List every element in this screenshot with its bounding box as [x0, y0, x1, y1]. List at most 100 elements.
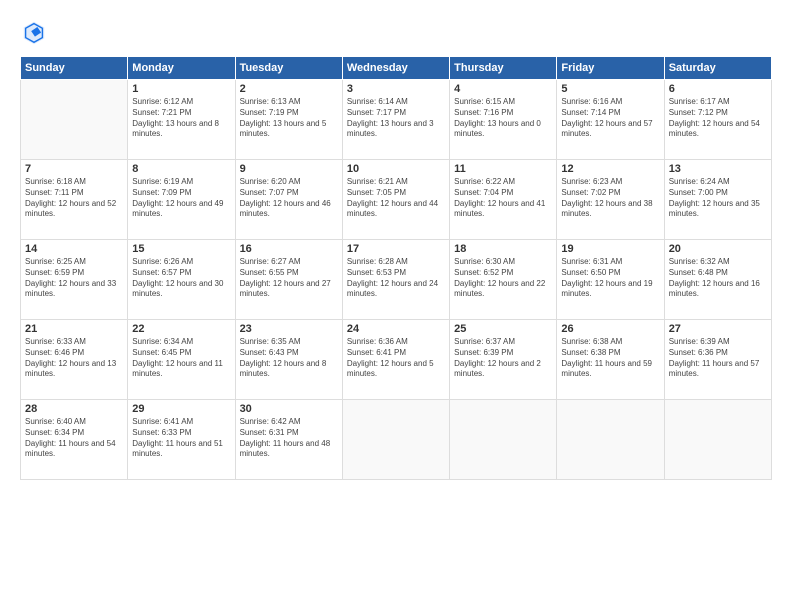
col-header-friday: Friday: [557, 57, 664, 80]
calendar-cell: 25Sunrise: 6:37 AM Sunset: 6:39 PM Dayli…: [450, 320, 557, 400]
day-number: 27: [669, 323, 767, 335]
calendar-table: SundayMondayTuesdayWednesdayThursdayFrid…: [20, 56, 772, 480]
calendar-cell: 21 Sunrise: 6:33 AM Sunset: 6:46 PM Dayli…: [21, 320, 128, 400]
calendar-cell: 30 Sunrise: 6:42 AM Sunset: 6:31 PM Dayli…: [235, 400, 342, 480]
calendar-cell: 12 Sunrise: 6:23 AM Sunset: 7:02 PM Dayli…: [557, 160, 664, 240]
calendar-cell: 3 Sunrise: 6:14 AM Sunset: 7:17 PM Daylig…: [342, 80, 449, 160]
day-number: 2: [240, 83, 338, 95]
col-header-wednesday: Wednesday: [342, 57, 449, 80]
cell-info: Sunrise: 6:28 AM Sunset: 6:53 PM Dayligh…: [347, 257, 445, 300]
cell-info: Sunrise: 6:15 AM Sunset: 7:16 PM Dayligh…: [454, 97, 552, 140]
col-header-monday: Monday: [128, 57, 235, 80]
calendar-cell: 29 Sunrise: 6:41 AM Sunset: 6:33 PM Dayli…: [128, 400, 235, 480]
logo: [20, 18, 52, 46]
cell-info: Sunrise: 6:12 AM Sunset: 7:21 PM Dayligh…: [132, 97, 230, 140]
cell-info: Sunrise: 6:33 AM Sunset: 6:46 PM Dayligh…: [25, 337, 123, 380]
cell-info: Sunrise: 6:35 AM Sunset: 6:43 PM Dayligh…: [240, 337, 338, 380]
cell-info: Sunrise: 6:41 AM Sunset: 6:33 PM Dayligh…: [132, 417, 230, 460]
cell-info: Sunrise: 6:23 AM Sunset: 7:02 PM Dayligh…: [561, 177, 659, 220]
day-number: 10: [347, 163, 445, 175]
cell-info: Sunrise: 6:32 AM Sunset: 6:48 PM Dayligh…: [669, 257, 767, 300]
cell-info: Sunrise: 6:26 AM Sunset: 6:57 PM Dayligh…: [132, 257, 230, 300]
calendar-cell: 7 Sunrise: 6:18 AM Sunset: 7:11 PM Daylig…: [21, 160, 128, 240]
day-number: 24: [347, 323, 445, 335]
day-number: 22: [132, 323, 230, 335]
cell-info: Sunrise: 6:16 AM Sunset: 7:14 PM Dayligh…: [561, 97, 659, 140]
cell-info: Sunrise: 6:42 AM Sunset: 6:31 PM Dayligh…: [240, 417, 338, 460]
day-number: 3: [347, 83, 445, 95]
day-number: 21: [25, 323, 123, 335]
cell-info: Sunrise: 6:22 AM Sunset: 7:04 PM Dayligh…: [454, 177, 552, 220]
day-number: 23: [240, 323, 338, 335]
day-number: 29: [132, 403, 230, 415]
day-number: 1: [132, 83, 230, 95]
calendar-cell: 2 Sunrise: 6:13 AM Sunset: 7:19 PM Daylig…: [235, 80, 342, 160]
calendar-cell: 20 Sunrise: 6:32 AM Sunset: 6:48 PM Dayli…: [664, 240, 771, 320]
calendar-cell: 28 Sunrise: 6:40 AM Sunset: 6:34 PM Dayli…: [21, 400, 128, 480]
day-number: 16: [240, 243, 338, 255]
day-number: 6: [669, 83, 767, 95]
calendar-cell: 11 Sunrise: 6:22 AM Sunset: 7:04 PM Dayli…: [450, 160, 557, 240]
calendar-cell: 14 Sunrise: 6:25 AM Sunset: 6:59 PM Dayli…: [21, 240, 128, 320]
day-number: 12: [561, 163, 659, 175]
day-number: 5: [561, 83, 659, 95]
calendar-cell: 1 Sunrise: 6:12 AM Sunset: 7:21 PM Daylig…: [128, 80, 235, 160]
day-number: 18: [454, 243, 552, 255]
cell-info: Sunrise: 6:20 AM Sunset: 7:07 PM Dayligh…: [240, 177, 338, 220]
page: SundayMondayTuesdayWednesdayThursdayFrid…: [0, 0, 792, 612]
day-number: 8: [132, 163, 230, 175]
calendar-cell: 16 Sunrise: 6:27 AM Sunset: 6:55 PM Dayli…: [235, 240, 342, 320]
calendar-cell: 13 Sunrise: 6:24 AM Sunset: 7:00 PM Dayli…: [664, 160, 771, 240]
cell-info: Sunrise: 6:27 AM Sunset: 6:55 PM Dayligh…: [240, 257, 338, 300]
day-number: 7: [25, 163, 123, 175]
day-number: 19: [561, 243, 659, 255]
cell-info: Sunrise: 6:25 AM Sunset: 6:59 PM Dayligh…: [25, 257, 123, 300]
day-number: 17: [347, 243, 445, 255]
day-number: 20: [669, 243, 767, 255]
cell-info: Sunrise: 6:31 AM Sunset: 6:50 PM Dayligh…: [561, 257, 659, 300]
calendar-cell: [557, 400, 664, 480]
cell-info: Sunrise: 6:36 AM Sunset: 6:41 PM Dayligh…: [347, 337, 445, 380]
calendar-cell: 22Sunrise: 6:34 AM Sunset: 6:45 PM Dayli…: [128, 320, 235, 400]
cell-info: Sunrise: 6:19 AM Sunset: 7:09 PM Dayligh…: [132, 177, 230, 220]
cell-info: Sunrise: 6:39 AM Sunset: 6:36 PM Dayligh…: [669, 337, 767, 380]
day-number: 14: [25, 243, 123, 255]
calendar-cell: 9 Sunrise: 6:20 AM Sunset: 7:07 PM Daylig…: [235, 160, 342, 240]
calendar-cell: [21, 80, 128, 160]
cell-info: Sunrise: 6:40 AM Sunset: 6:34 PM Dayligh…: [25, 417, 123, 460]
cell-info: Sunrise: 6:21 AM Sunset: 7:05 PM Dayligh…: [347, 177, 445, 220]
calendar-week-4: 28 Sunrise: 6:40 AM Sunset: 6:34 PM Dayli…: [21, 400, 772, 480]
calendar-cell: 23 Sunrise: 6:35 AM Sunset: 6:43 PM Dayli…: [235, 320, 342, 400]
calendar-header-row: SundayMondayTuesdayWednesdayThursdayFrid…: [21, 57, 772, 80]
day-number: 11: [454, 163, 552, 175]
calendar-cell: 26Sunrise: 6:38 AM Sunset: 6:38 PM Dayli…: [557, 320, 664, 400]
cell-info: Sunrise: 6:14 AM Sunset: 7:17 PM Dayligh…: [347, 97, 445, 140]
cell-info: Sunrise: 6:13 AM Sunset: 7:19 PM Dayligh…: [240, 97, 338, 140]
calendar-cell: 17 Sunrise: 6:28 AM Sunset: 6:53 PM Dayli…: [342, 240, 449, 320]
calendar-cell: 6 Sunrise: 6:17 AM Sunset: 7:12 PM Daylig…: [664, 80, 771, 160]
day-number: 4: [454, 83, 552, 95]
cell-info: Sunrise: 6:24 AM Sunset: 7:00 PM Dayligh…: [669, 177, 767, 220]
calendar-week-2: 14 Sunrise: 6:25 AM Sunset: 6:59 PM Dayli…: [21, 240, 772, 320]
logo-icon: [20, 18, 48, 46]
calendar-cell: 10 Sunrise: 6:21 AM Sunset: 7:05 PM Dayli…: [342, 160, 449, 240]
calendar-cell: 24 Sunrise: 6:36 AM Sunset: 6:41 PM Dayli…: [342, 320, 449, 400]
cell-info: Sunrise: 6:17 AM Sunset: 7:12 PM Dayligh…: [669, 97, 767, 140]
calendar-cell: 18 Sunrise: 6:30 AM Sunset: 6:52 PM Dayli…: [450, 240, 557, 320]
col-header-tuesday: Tuesday: [235, 57, 342, 80]
calendar-cell: 8 Sunrise: 6:19 AM Sunset: 7:09 PM Daylig…: [128, 160, 235, 240]
day-number: 30: [240, 403, 338, 415]
day-number: 26: [561, 323, 659, 335]
cell-info: Sunrise: 6:18 AM Sunset: 7:11 PM Dayligh…: [25, 177, 123, 220]
calendar-cell: 27 Sunrise: 6:39 AM Sunset: 6:36 PM Dayli…: [664, 320, 771, 400]
day-number: 15: [132, 243, 230, 255]
day-number: 9: [240, 163, 338, 175]
calendar-cell: 5 Sunrise: 6:16 AM Sunset: 7:14 PM Daylig…: [557, 80, 664, 160]
calendar-week-0: 1 Sunrise: 6:12 AM Sunset: 7:21 PM Daylig…: [21, 80, 772, 160]
calendar-cell: [450, 400, 557, 480]
cell-info: Sunrise: 6:30 AM Sunset: 6:52 PM Dayligh…: [454, 257, 552, 300]
calendar-week-1: 7 Sunrise: 6:18 AM Sunset: 7:11 PM Daylig…: [21, 160, 772, 240]
col-header-thursday: Thursday: [450, 57, 557, 80]
day-number: 28: [25, 403, 123, 415]
day-number: 13: [669, 163, 767, 175]
